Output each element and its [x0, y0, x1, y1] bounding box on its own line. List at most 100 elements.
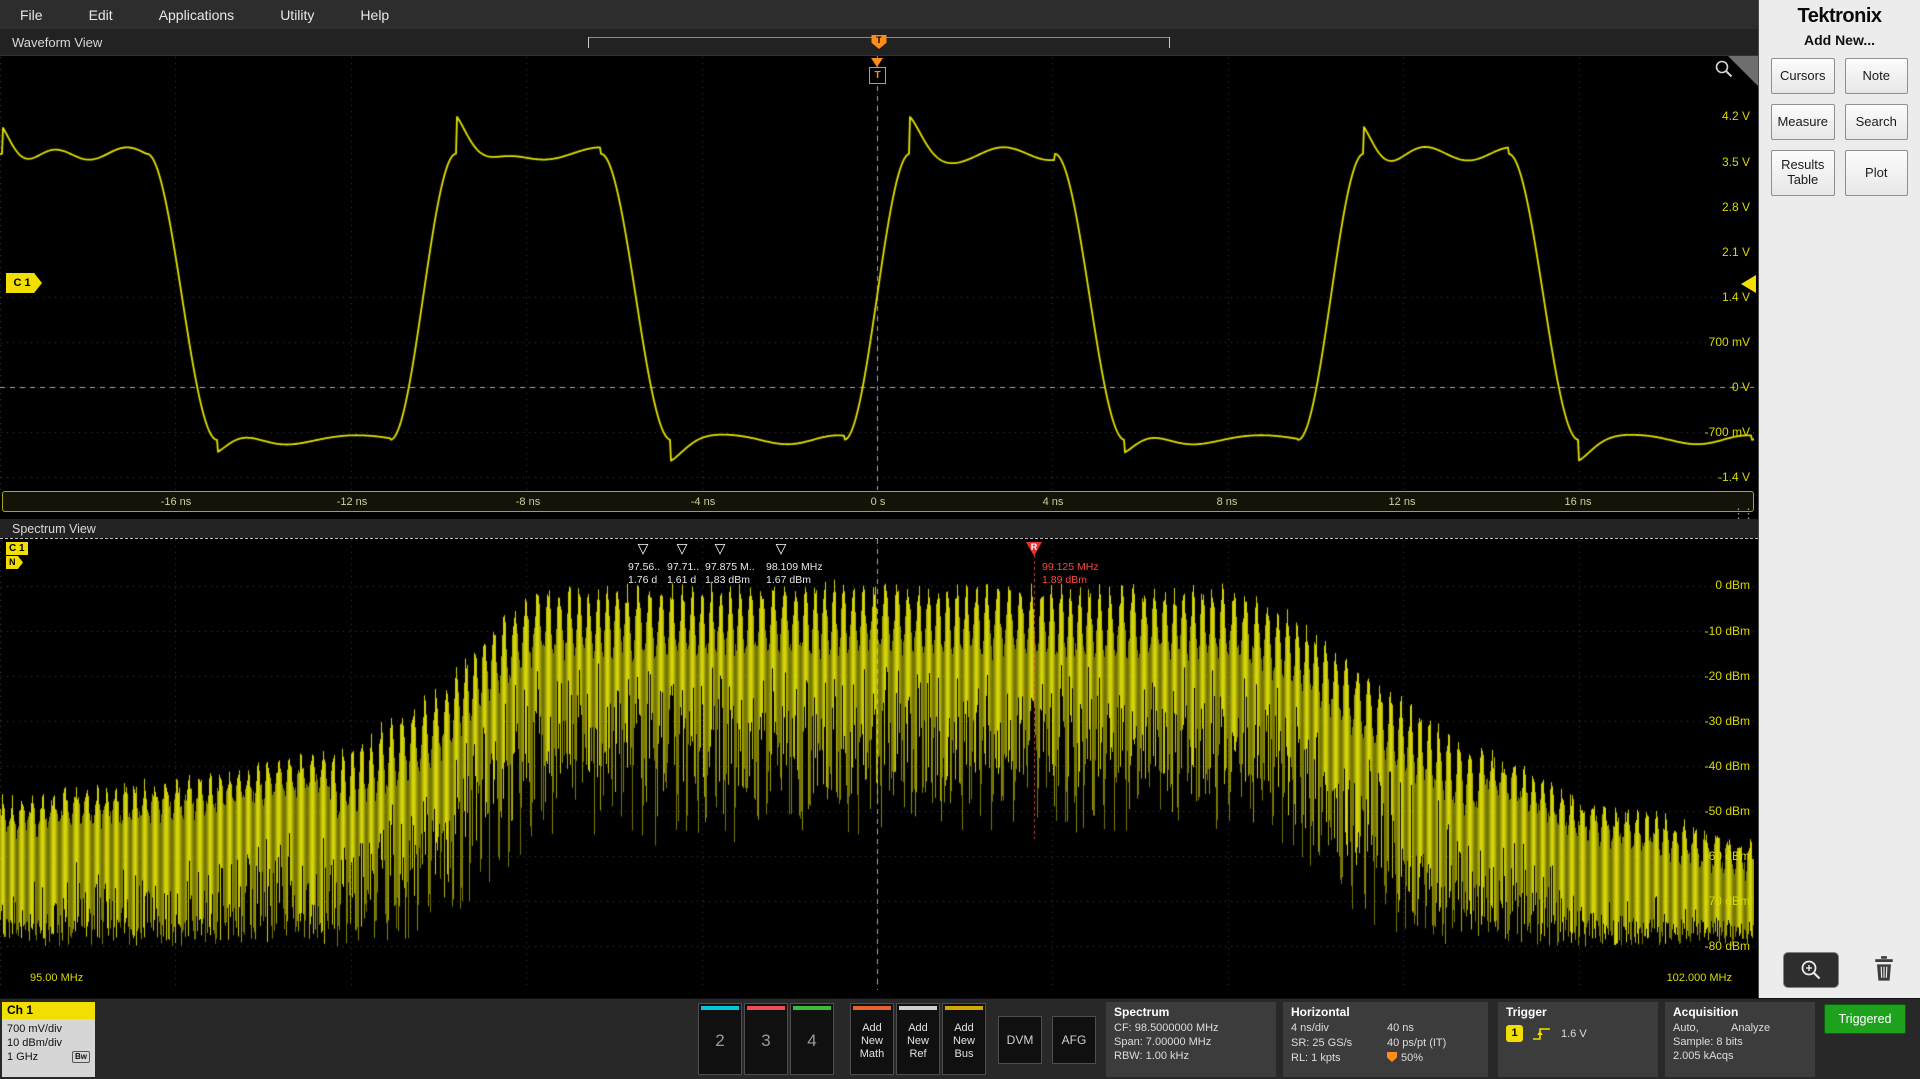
menu-applications[interactable]: Applications [159, 7, 235, 23]
horizontal-window: 40 ns [1387, 1021, 1480, 1035]
spectrum-plot[interactable]: C 1 N ▽ ▽ ▽ ▽ R 97.56..1.76 d 97.71..1.6… [0, 538, 1758, 990]
peak-marker-icon[interactable]: ▽ [776, 541, 787, 555]
trigger-status-badge: Triggered [1824, 1004, 1906, 1034]
menu-edit[interactable]: Edit [89, 7, 113, 23]
waveform-plot[interactable]: T C 1 4.2 V 3.5 V 2.8 V 2.1 V 1.4 V 700 … [0, 56, 1758, 490]
horizontal-position: 50% [1387, 1051, 1480, 1065]
add-new-math-button[interactable]: AddNewMath [850, 1003, 894, 1075]
bandwidth-limit-badge: Bw [72, 1051, 90, 1063]
add-new-ref-button[interactable]: AddNewRef [896, 1003, 940, 1075]
tektronix-logo: Tektronix [1759, 5, 1920, 28]
add-new-bus-button[interactable]: AddNewBus [942, 1003, 986, 1075]
horizontal-settings-panel[interactable]: Horizontal 4 ns/div 40 ns SR: 25 GS/s 40… [1283, 1002, 1488, 1077]
v-axis-label: -1.4 V [1718, 470, 1750, 484]
horizontal-scale-bar[interactable]: -16 ns -12 ns -8 ns -4 ns 0 s 4 ns 8 ns … [2, 491, 1754, 512]
peak-marker-icon[interactable]: ▽ [638, 541, 649, 555]
db-axis-label: -30 dBm [1705, 714, 1750, 728]
channel1-badge[interactable]: Ch 1 700 mV/div 10 dBm/div 1 GHz Bw [2, 1002, 95, 1077]
add-plot-button[interactable]: Plot [1845, 150, 1909, 196]
add-results-table-button[interactable]: Results Table [1771, 150, 1835, 196]
zoom-tool-button[interactable] [1783, 952, 1839, 988]
acq-mode: Auto, [1673, 1021, 1731, 1035]
db-axis-label: -60 dBm [1705, 849, 1750, 863]
acquisition-settings-panel[interactable]: Acquisition Auto, Analyze Sample: 8 bits… [1665, 1002, 1815, 1077]
t-axis-label: 12 ns [1389, 496, 1416, 508]
waveform-view-title: Waveform View [12, 35, 102, 50]
tekscope-app: File Edit Applications Utility Help Wave… [0, 0, 1920, 1079]
add-measure-button[interactable]: Measure [1771, 104, 1835, 140]
horizontal-scale: 4 ns/div [1291, 1021, 1387, 1035]
marker-readout: 97.56..1.76 d [628, 561, 660, 587]
peak-marker-icon[interactable]: ▽ [677, 541, 688, 555]
v-axis-label: 700 mV [1709, 335, 1750, 349]
trigger-settings-panel[interactable]: Trigger 1 1.6 V [1498, 1002, 1658, 1077]
v-axis-label: 3.5 V [1722, 155, 1750, 169]
channel1-scale: 700 mV/div [7, 1022, 90, 1036]
spectrum-view-title: Spectrum View [12, 522, 96, 536]
sidebar-bottom-tools [1759, 952, 1920, 988]
add-new-button-grid: Cursors Note Measure Search Results Tabl… [1759, 48, 1920, 206]
channel1-spectrum-scale: 10 dBm/div [7, 1036, 90, 1050]
spectrum-settings-panel[interactable]: Spectrum CF: 98.5000000 MHz Span: 7.0000… [1106, 1002, 1276, 1077]
v-axis-label: 2.8 V [1722, 200, 1750, 214]
v-axis-label: 0 V [1732, 380, 1750, 394]
t-axis-label: -4 ns [691, 496, 715, 508]
channel3-button[interactable]: 3 [744, 1003, 788, 1075]
freq-start-label: 95.00 MHz [30, 972, 83, 984]
reference-marker-readout: 99.125 MHz1.89 dBm [1042, 561, 1099, 587]
rising-edge-icon [1531, 1026, 1553, 1042]
trash-button[interactable] [1872, 955, 1896, 986]
t-axis-label: 8 ns [1217, 496, 1238, 508]
t-axis-label: -16 ns [161, 496, 192, 508]
peak-marker-icon[interactable]: ▽ [715, 541, 726, 555]
db-axis-label: -80 dBm [1705, 939, 1750, 953]
freq-end-label: 102.000 MHz [1667, 972, 1732, 984]
t-axis-label: -12 ns [337, 496, 368, 508]
db-axis-label: -10 dBm [1705, 624, 1750, 638]
afg-button[interactable]: AFG [1052, 1016, 1096, 1064]
spectrum-rbw: RBW: 1.00 kHz [1114, 1049, 1268, 1063]
waveform-canvas [0, 56, 1754, 490]
v-axis-label: -700 mV [1705, 425, 1750, 439]
menu-bar: File Edit Applications Utility Help [0, 0, 1758, 29]
waveform-view-header: Waveform View T [0, 29, 1758, 56]
trigger-level-arrow[interactable] [1741, 275, 1756, 293]
spectrum-cf: CF: 98.5000000 MHz [1114, 1021, 1268, 1035]
channel4-button[interactable]: 4 [790, 1003, 834, 1075]
expansion-point-icon [1387, 1052, 1397, 1062]
t-axis-label: 16 ns [1565, 496, 1592, 508]
menu-utility[interactable]: Utility [280, 7, 314, 23]
channel2-button[interactable]: 2 [698, 1003, 742, 1075]
v-axis-label: 4.2 V [1722, 109, 1750, 123]
channel1-name: Ch 1 [2, 1002, 95, 1019]
settings-bar: Ch 1 700 mV/div 10 dBm/div 1 GHz Bw 2 3 … [0, 998, 1920, 1079]
zoom-range-indicator[interactable]: T [588, 37, 1170, 48]
trigger-indicator-flag[interactable]: T [869, 67, 886, 84]
add-cursors-button[interactable]: Cursors [1771, 58, 1835, 94]
spectrum-span: Span: 7.00000 MHz [1114, 1035, 1268, 1049]
horizontal-resolution: 40 ps/pt (IT) [1387, 1036, 1480, 1050]
db-axis-label: -20 dBm [1705, 669, 1750, 683]
db-axis-label: -70 dBm [1705, 894, 1750, 908]
horizontal-rl: RL: 1 kpts [1291, 1051, 1387, 1065]
magnifier-plus-icon [1799, 958, 1823, 982]
channel1-spectrum-badge[interactable]: C 1 [6, 542, 28, 555]
add-note-button[interactable]: Note [1845, 58, 1909, 94]
add-search-button[interactable]: Search [1845, 104, 1909, 140]
t-axis-label: 4 ns [1043, 496, 1064, 508]
t-axis-label: -8 ns [516, 496, 540, 508]
menu-help[interactable]: Help [360, 7, 389, 23]
v-axis-label: 2.1 V [1722, 245, 1750, 259]
trigger-level: 1.6 V [1561, 1027, 1587, 1041]
trigger-position-marker[interactable]: T [872, 35, 887, 49]
db-axis-label: 0 dBm [1715, 578, 1750, 592]
dvm-button[interactable]: DVM [998, 1016, 1042, 1064]
marker-readout: 97.71..1.61 d [667, 561, 699, 587]
acq-sample: Sample: 8 bits [1673, 1035, 1807, 1049]
acq-count: 2.005 kAcqs [1673, 1049, 1807, 1063]
view-divider: ⋮⋮ [0, 512, 1758, 519]
menu-file[interactable]: File [20, 7, 43, 23]
trash-icon [1872, 955, 1896, 983]
trigger-source-badge: 1 [1506, 1025, 1523, 1042]
horizontal-sr: SR: 25 GS/s [1291, 1036, 1387, 1050]
